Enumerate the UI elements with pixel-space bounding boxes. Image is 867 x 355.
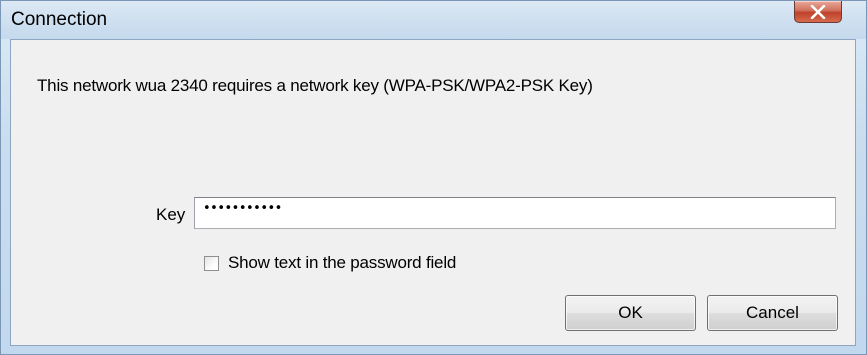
window-title: Connection [11, 9, 108, 30]
ok-button[interactable]: OK [565, 295, 696, 331]
key-password-field[interactable]: ••••••••••• [194, 197, 836, 229]
title-bar: Connection [1, 1, 866, 39]
cancel-button[interactable]: Cancel [707, 295, 838, 331]
close-icon [810, 4, 826, 19]
dialog-content: This network wua 2340 requires a network… [10, 39, 856, 346]
close-button[interactable] [794, 1, 842, 23]
key-label: Key [156, 205, 186, 224]
key-masked-value: ••••••••••• [203, 201, 282, 216]
network-key-message: This network wua 2340 requires a network… [37, 76, 593, 95]
connection-dialog: Connection This network wua 2340 require… [0, 0, 867, 355]
show-text-checkbox[interactable] [204, 256, 219, 271]
show-text-label[interactable]: Show text in the password field [228, 253, 456, 273]
